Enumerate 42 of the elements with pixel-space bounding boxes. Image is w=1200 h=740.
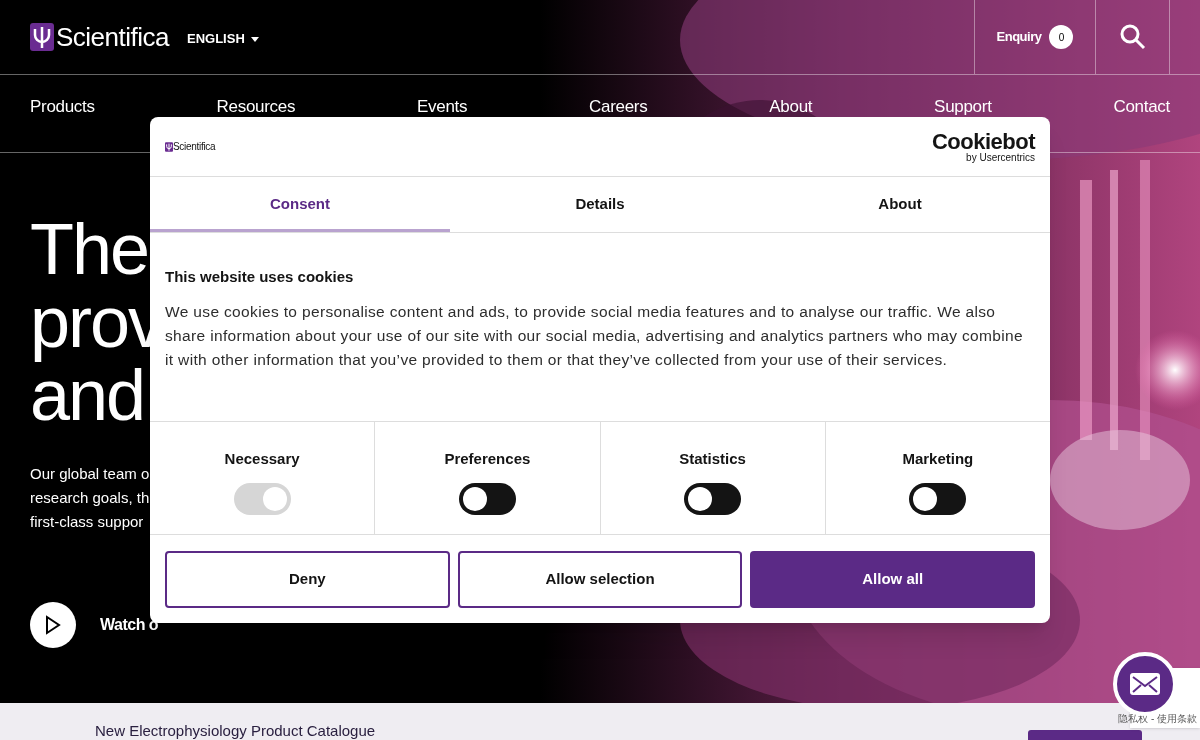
recaptcha-links[interactable]: 隐私权 - 使用条款 — [1118, 711, 1197, 726]
toggle-label: Statistics — [679, 449, 746, 469]
toggle-label: Preferences — [444, 449, 531, 469]
search-button[interactable] — [1095, 0, 1170, 74]
toggle-switch[interactable] — [684, 482, 742, 515]
logo-text: Scientifica — [173, 140, 216, 154]
nav-link[interactable]: Events — [417, 97, 468, 116]
play-icon — [45, 615, 61, 635]
search-icon — [1119, 24, 1146, 50]
toggle-label: Marketing — [902, 449, 974, 469]
nav-link[interactable]: Contact — [1113, 97, 1170, 116]
hero-text: first-class suppor — [30, 512, 144, 532]
logo-icon — [30, 23, 54, 51]
nav-link[interactable]: Products — [30, 97, 95, 116]
dialog-tab[interactable]: Consent — [150, 177, 450, 232]
toggle-switch[interactable] — [458, 482, 516, 515]
watch-video-link[interactable]: Watch o — [100, 613, 159, 637]
hero-headline: The — [30, 213, 149, 286]
nav-link[interactable]: Resources — [216, 97, 296, 116]
consent-button[interactable]: Deny — [165, 550, 450, 608]
mail-icon — [1130, 673, 1160, 695]
consent-button[interactable]: Allow selection — [457, 550, 743, 608]
nav-link[interactable]: Support — [934, 97, 992, 116]
logo-text: Scientifica — [56, 20, 169, 54]
allow-all-button[interactable]: Allow all — [750, 550, 1035, 608]
caret-icon — [250, 36, 259, 42]
dialog-title: This website uses cookies — [165, 267, 355, 287]
toggle-switch[interactable] — [909, 482, 967, 515]
dialog-tab[interactable]: About — [750, 177, 1050, 232]
toggle-label: Necessary — [224, 449, 300, 469]
dialog-tab[interactable]: Details — [450, 177, 750, 232]
language-dropdown[interactable]: ENGLISH — [187, 29, 259, 49]
cookiebot-tagline: by Usercentrics — [966, 152, 1035, 163]
hero-text: Our global team o — [30, 464, 150, 484]
nav-link[interactable]: Careers — [589, 97, 648, 116]
cookiebot-logo: Cookiebot — [931, 130, 1035, 153]
dialog-description: We use cookies to personalise content and ads, to provide social media features and to analyse our traffic. We also share information about your use of our site with our social media, advertising and analytics partners who may combine it with other information that you’ve provided to them or that they’ve collected from your use of their services. — [165, 301, 1025, 370]
catalogue-banner-text: New Electrophysiology Product Catalogue — [95, 721, 376, 740]
enquiry-button[interactable]: Enquiry 0 — [974, 0, 1095, 74]
logo-icon — [165, 141, 173, 152]
hero-text: research goals, th — [30, 488, 150, 508]
nav-link[interactable]: About — [769, 97, 813, 116]
